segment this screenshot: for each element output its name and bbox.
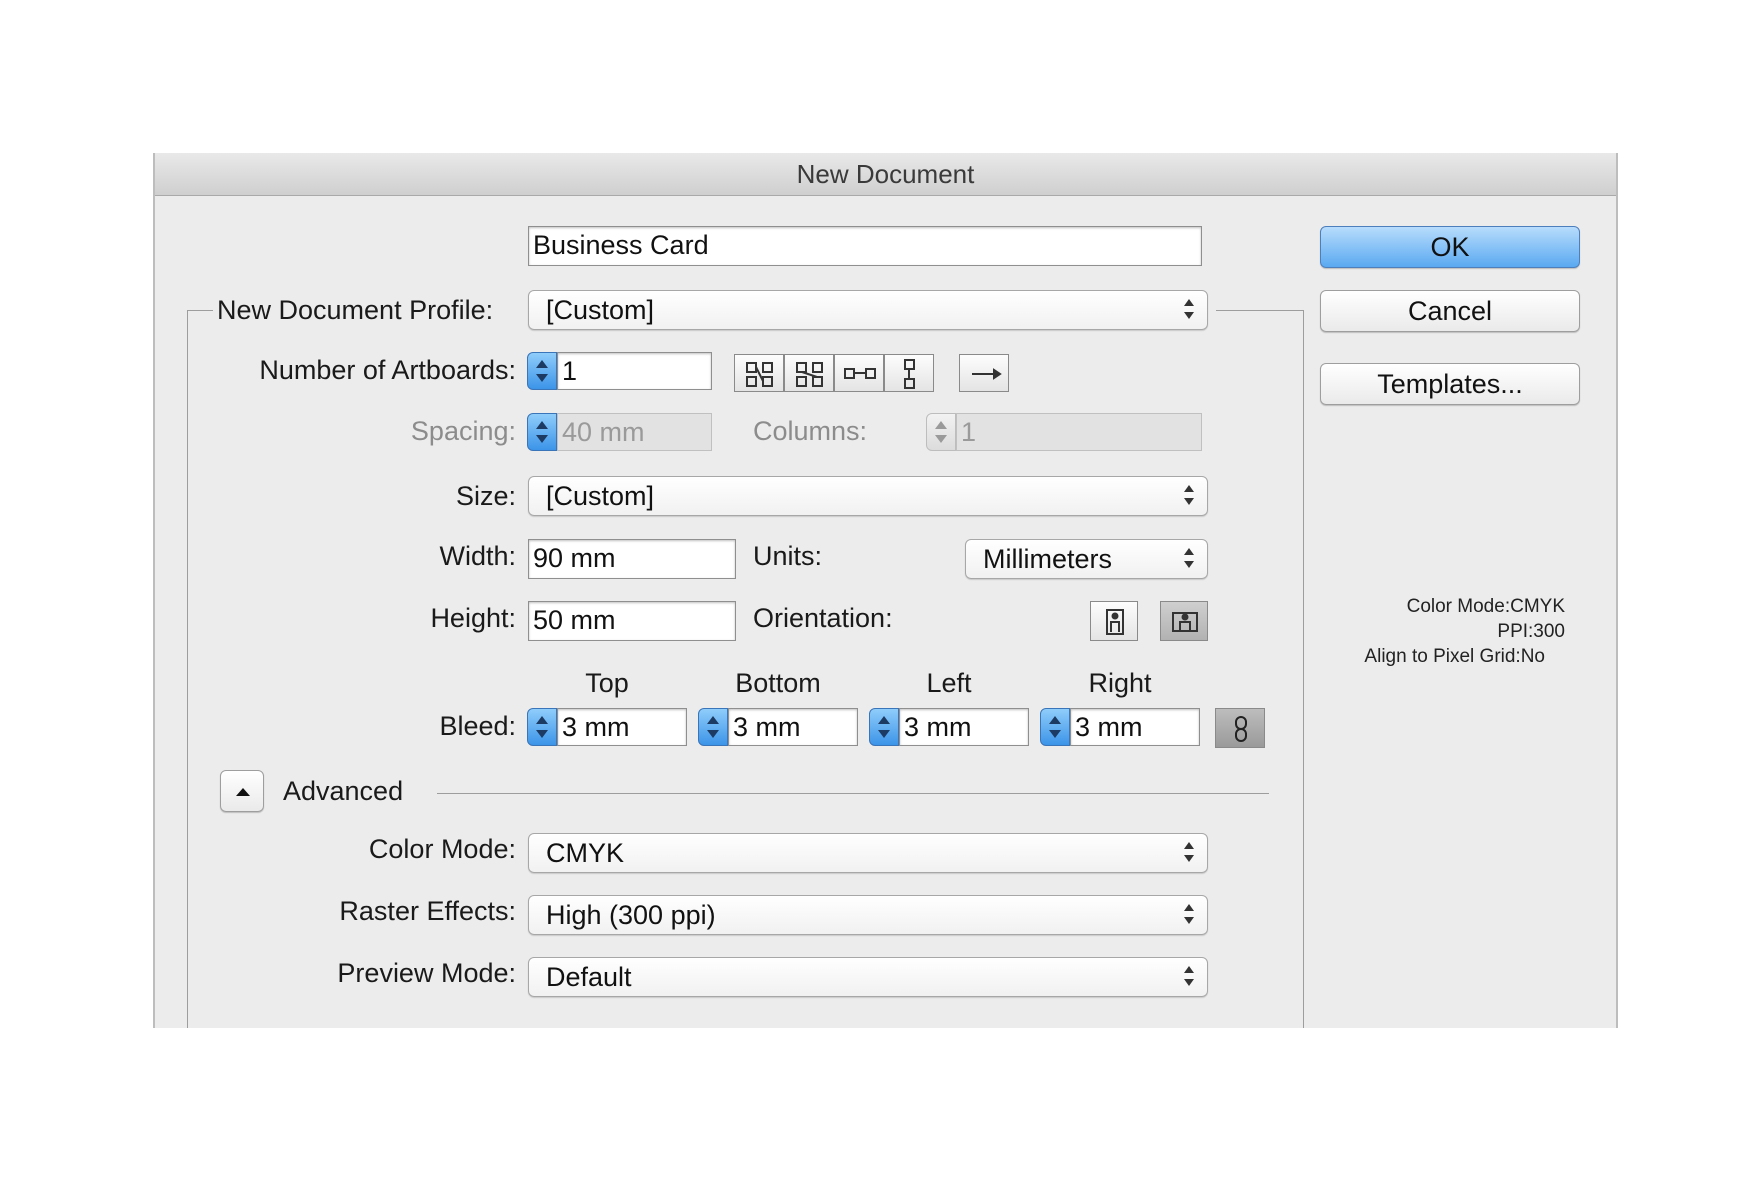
grid-by-row-icon[interactable] — [734, 354, 784, 392]
profile-group-border-right — [1303, 310, 1304, 1028]
new-document-dialog: New Document Name: Business Card New Doc… — [153, 153, 1618, 1028]
templates-button[interactable]: Templates... — [1320, 363, 1580, 405]
units-select[interactable]: Millimeters — [965, 539, 1208, 579]
profile-select-value: [Custom] — [546, 295, 655, 325]
preview-mode-select-value: Default — [546, 962, 632, 992]
height-input[interactable]: 50 mm — [528, 601, 736, 641]
arrange-by-column-icon[interactable] — [884, 354, 934, 392]
profile-group-border-top-right — [1216, 310, 1304, 311]
select-arrows-icon — [1183, 840, 1195, 866]
grid-by-column-icon[interactable] — [784, 354, 834, 392]
select-arrows-icon — [1183, 483, 1195, 509]
raster-effects-label: Raster Effects: — [339, 896, 516, 926]
height-label: Height: — [430, 603, 516, 633]
bleed-top-input[interactable]: 3 mm — [557, 708, 687, 746]
summary-align-pixel-grid: Align to Pixel Grid:No — [1364, 646, 1545, 667]
spacing-input[interactable]: 40 mm — [557, 413, 712, 451]
units-select-value: Millimeters — [983, 544, 1113, 574]
color-mode-select[interactable]: CMYK — [528, 833, 1208, 873]
link-bleed-icon[interactable] — [1215, 708, 1265, 748]
profile-group-border-left — [187, 310, 188, 1028]
bleed-heading-top: Top — [585, 668, 629, 698]
right-to-left-layout-icon[interactable] — [959, 354, 1009, 392]
preview-mode-label: Preview Mode: — [337, 958, 516, 988]
bleed-bottom-input[interactable]: 3 mm — [728, 708, 858, 746]
bleed-heading-right: Right — [1088, 668, 1152, 698]
color-mode-select-value: CMYK — [546, 838, 625, 868]
bleed-left-stepper[interactable] — [869, 708, 899, 746]
bleed-heading-left: Left — [926, 668, 972, 698]
size-select[interactable]: [Custom] — [528, 476, 1208, 516]
select-arrows-icon — [1183, 964, 1195, 990]
bleed-right-input[interactable]: 3 mm — [1070, 708, 1200, 746]
size-label: Size: — [455, 481, 516, 511]
portrait-orientation-icon[interactable] — [1090, 601, 1138, 641]
preview-mode-select[interactable]: Default — [528, 957, 1208, 997]
bleed-top-stepper[interactable] — [527, 708, 557, 746]
ok-button[interactable]: OK — [1320, 226, 1580, 268]
select-arrows-icon — [1183, 902, 1195, 928]
profile-group-border-top-left — [187, 310, 213, 311]
spacing-stepper[interactable] — [527, 413, 557, 451]
advanced-toggle-button[interactable] — [220, 770, 264, 812]
raster-effects-select[interactable]: High (300 ppi) — [528, 895, 1208, 935]
cancel-button[interactable]: Cancel — [1320, 290, 1580, 332]
bleed-bottom-stepper[interactable] — [698, 708, 728, 746]
spacing-label: Spacing: — [410, 416, 516, 446]
summary-ppi: PPI:300 — [1497, 621, 1565, 642]
arrange-by-row-icon[interactable] — [834, 354, 884, 392]
width-input[interactable]: 90 mm — [528, 539, 736, 579]
dialog-title: New Document — [155, 153, 1616, 196]
width-label: Width: — [439, 541, 516, 571]
artboards-label: Number of Artboards: — [259, 355, 516, 385]
units-label: Units: — [753, 541, 823, 571]
orientation-label: Orientation: — [753, 603, 893, 633]
color-mode-label: Color Mode: — [368, 834, 516, 864]
artboards-stepper[interactable] — [527, 352, 557, 390]
advanced-divider — [437, 793, 1269, 794]
bleed-left-input[interactable]: 3 mm — [899, 708, 1029, 746]
select-arrows-icon — [1183, 546, 1195, 572]
columns-input[interactable]: 1 — [956, 413, 1202, 451]
artboards-input[interactable]: 1 — [557, 352, 712, 390]
profile-select[interactable]: [Custom] — [528, 290, 1208, 330]
raster-effects-select-value: High (300 ppi) — [546, 900, 716, 930]
columns-label: Columns: — [753, 416, 868, 446]
bleed-heading-bottom: Bottom — [735, 668, 821, 698]
profile-label: New Document Profile: — [217, 295, 494, 325]
select-arrows-icon — [1183, 297, 1195, 323]
size-select-value: [Custom] — [546, 481, 655, 511]
landscape-orientation-icon[interactable] — [1160, 601, 1208, 641]
bleed-right-stepper[interactable] — [1040, 708, 1070, 746]
advanced-label: Advanced — [283, 776, 404, 806]
bleed-label: Bleed: — [439, 711, 516, 741]
columns-stepper[interactable] — [926, 413, 956, 451]
summary-color-mode: Color Mode:CMYK — [1406, 596, 1565, 617]
name-input[interactable]: Business Card — [528, 226, 1202, 266]
triangle-up-icon — [236, 788, 250, 796]
